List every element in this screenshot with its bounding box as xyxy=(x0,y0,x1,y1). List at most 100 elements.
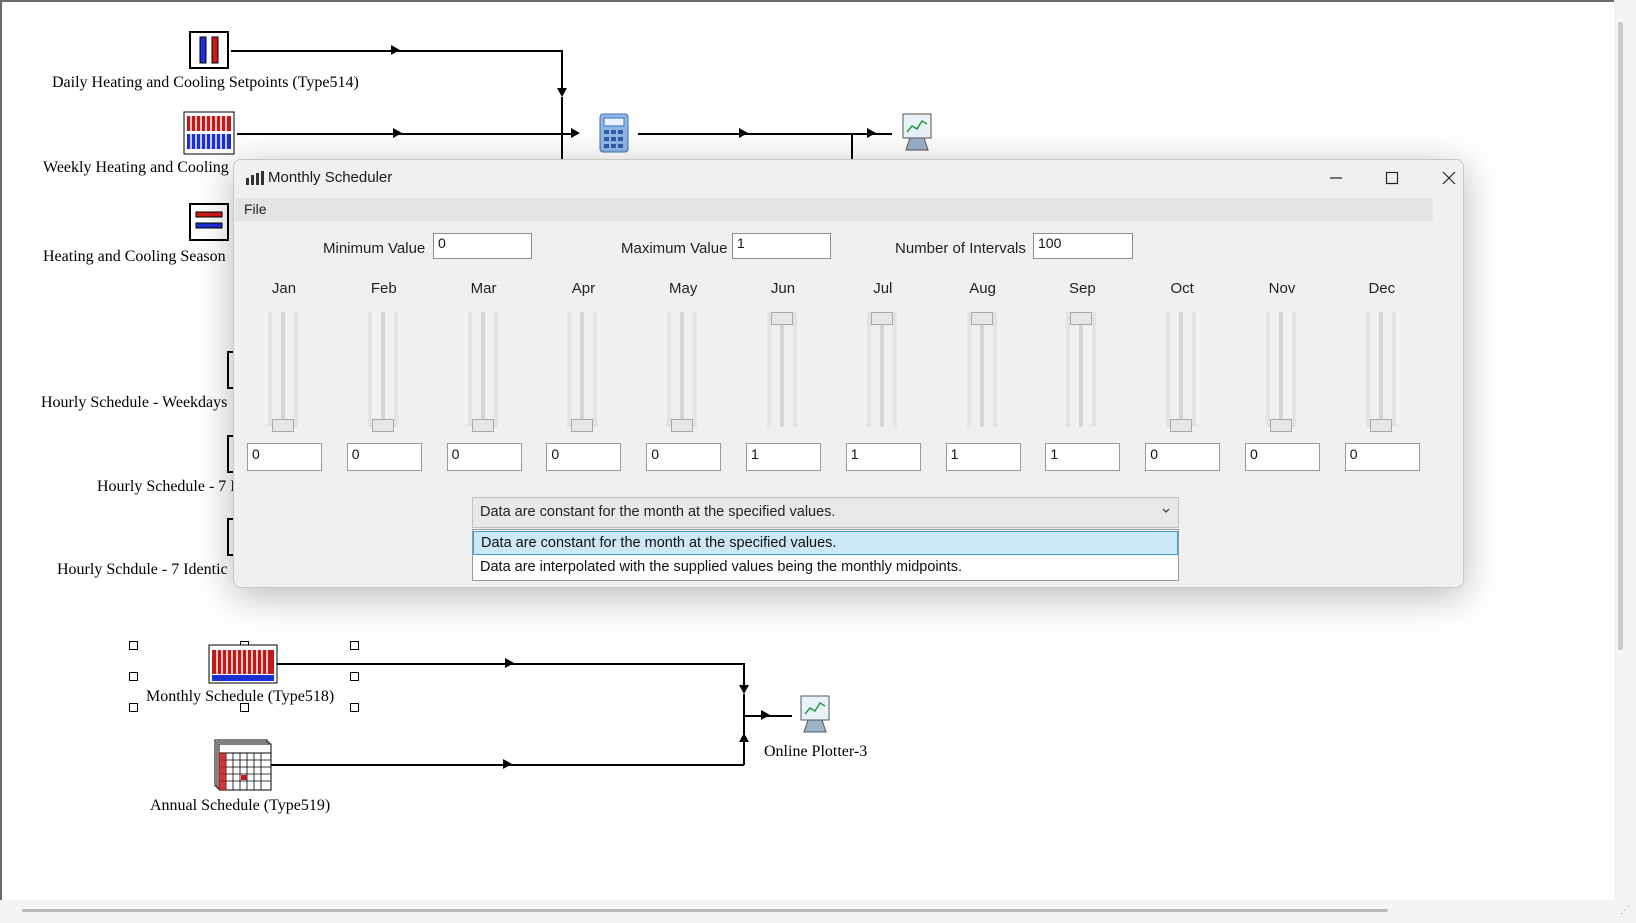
mode-option[interactable]: Data are interpolated with the supplied … xyxy=(473,556,1178,580)
month-slider[interactable] xyxy=(262,312,306,432)
month-label: Nov xyxy=(1268,280,1296,297)
slider-rail xyxy=(1179,312,1184,427)
month-slider[interactable] xyxy=(961,312,1005,432)
monthly-schedule-icon[interactable] xyxy=(208,644,278,684)
month-slider[interactable] xyxy=(1160,312,1204,432)
slider-rail xyxy=(866,312,871,427)
month-value-input[interactable]: 0 xyxy=(446,443,522,471)
month-slider[interactable] xyxy=(661,312,705,432)
max-value-input[interactable]: 1 xyxy=(732,233,831,259)
component-label: Weekly Heating and Cooling xyxy=(43,159,229,176)
month-label: Dec xyxy=(1368,280,1396,297)
slider-thumb[interactable] xyxy=(371,419,394,432)
slider-rail xyxy=(1092,312,1097,427)
slider-rail xyxy=(892,312,897,427)
season-schedule-icon[interactable] xyxy=(189,203,229,241)
slider-rail xyxy=(567,312,572,427)
month-label: Feb xyxy=(370,280,397,297)
component-label: Monthly Schedule (Type518) xyxy=(146,688,335,705)
month-value-input[interactable]: 0 xyxy=(546,443,622,471)
month-slider[interactable] xyxy=(561,312,605,432)
selection-handle[interactable] xyxy=(350,641,359,650)
close-button[interactable] xyxy=(1426,162,1472,194)
daily-setpoints-icon[interactable] xyxy=(189,31,229,69)
mode-option[interactable]: Data are constant for the month at the s… xyxy=(473,531,1178,555)
slider-rail xyxy=(268,312,272,427)
slider-rail xyxy=(281,312,285,427)
mode-dropdown-list: Data are constant for the month at the s… xyxy=(472,529,1179,581)
month-value-input[interactable]: 0 xyxy=(1245,443,1320,471)
slider-rail xyxy=(1292,312,1296,427)
month-value-input[interactable]: 1 xyxy=(945,443,1021,471)
slider-thumb[interactable] xyxy=(1170,419,1193,432)
month-slider[interactable] xyxy=(1360,312,1404,432)
vertical-scrollbar-thumb[interactable] xyxy=(1618,22,1623,650)
slider-rail xyxy=(1391,312,1396,427)
slider-rail xyxy=(367,312,372,427)
slider-thumb[interactable] xyxy=(571,419,594,432)
slider-thumb[interactable] xyxy=(970,312,993,325)
month-value-input[interactable]: 0 xyxy=(247,443,322,471)
selection-handle[interactable] xyxy=(129,641,138,650)
annual-calendar-icon[interactable] xyxy=(214,739,272,791)
title-bar[interactable]: Monthly Scheduler xyxy=(234,160,1463,196)
slider-rail xyxy=(992,312,997,427)
chevron-down-icon xyxy=(1162,508,1170,513)
slider-rail xyxy=(793,312,797,427)
month-slider[interactable] xyxy=(462,312,506,432)
weekly-schedule-icon[interactable] xyxy=(183,111,235,155)
slider-rail xyxy=(1279,312,1283,427)
slider-thumb[interactable] xyxy=(1070,312,1093,325)
month-slider[interactable] xyxy=(761,312,805,432)
month-value-input[interactable]: 1 xyxy=(1045,443,1121,471)
close-icon xyxy=(1442,171,1456,185)
month-value-input[interactable]: 0 xyxy=(646,443,722,471)
month-slider[interactable] xyxy=(861,312,905,432)
slider-rail xyxy=(580,312,585,427)
connection-line xyxy=(851,133,853,161)
mode-select[interactable]: Data are constant for the month at the s… xyxy=(472,497,1179,528)
month-slider[interactable] xyxy=(362,312,406,432)
intervals-input[interactable]: 100 xyxy=(1033,233,1133,259)
connection-line xyxy=(638,133,892,135)
horizontal-scrollbar-thumb[interactable] xyxy=(22,909,1388,912)
month-slider[interactable] xyxy=(1260,312,1304,432)
online-plotter-icon[interactable] xyxy=(798,694,832,736)
connection-line xyxy=(561,50,563,93)
month-value-input[interactable]: 0 xyxy=(1344,443,1420,471)
maximize-button[interactable] xyxy=(1369,162,1415,194)
slider-thumb[interactable] xyxy=(272,419,294,432)
menu-file[interactable]: File xyxy=(244,201,267,217)
slider-rail xyxy=(966,312,971,427)
selection-handle[interactable] xyxy=(129,703,138,712)
month-value-input[interactable]: 0 xyxy=(346,443,422,471)
month-value-input[interactable]: 0 xyxy=(1145,443,1221,471)
month-value-input[interactable]: 1 xyxy=(746,443,821,471)
month-slider[interactable] xyxy=(1060,312,1104,432)
slider-thumb[interactable] xyxy=(671,419,694,432)
slider-thumb[interactable] xyxy=(471,419,494,432)
slider-thumb[interactable] xyxy=(1270,419,1292,432)
min-value-input[interactable]: 0 xyxy=(433,233,532,259)
component-label: Hourly Schedule - Weekdays xyxy=(41,394,228,411)
selection-handle[interactable] xyxy=(350,672,359,681)
month-label: Jun xyxy=(770,280,796,297)
slider-rail xyxy=(667,312,672,427)
dialog-title: Monthly Scheduler xyxy=(268,169,393,186)
selection-handle[interactable] xyxy=(350,703,359,712)
slider-thumb[interactable] xyxy=(771,312,793,325)
slider-rail xyxy=(1192,312,1197,427)
calculator-icon[interactable] xyxy=(598,112,630,154)
minimize-button[interactable] xyxy=(1313,162,1359,194)
slider-thumb[interactable] xyxy=(870,312,893,325)
menu-bar: File xyxy=(235,198,1433,221)
arrow xyxy=(503,759,512,769)
slider-thumb[interactable] xyxy=(1369,419,1392,432)
month-value-input[interactable]: 1 xyxy=(845,443,921,471)
online-plotter-icon[interactable] xyxy=(900,112,934,154)
selection-handle[interactable] xyxy=(129,672,138,681)
arrow xyxy=(391,45,400,55)
month-label: Jan xyxy=(271,280,297,297)
arrow xyxy=(557,88,567,97)
resize-grip-icon[interactable]: ⋰ xyxy=(1620,905,1630,916)
